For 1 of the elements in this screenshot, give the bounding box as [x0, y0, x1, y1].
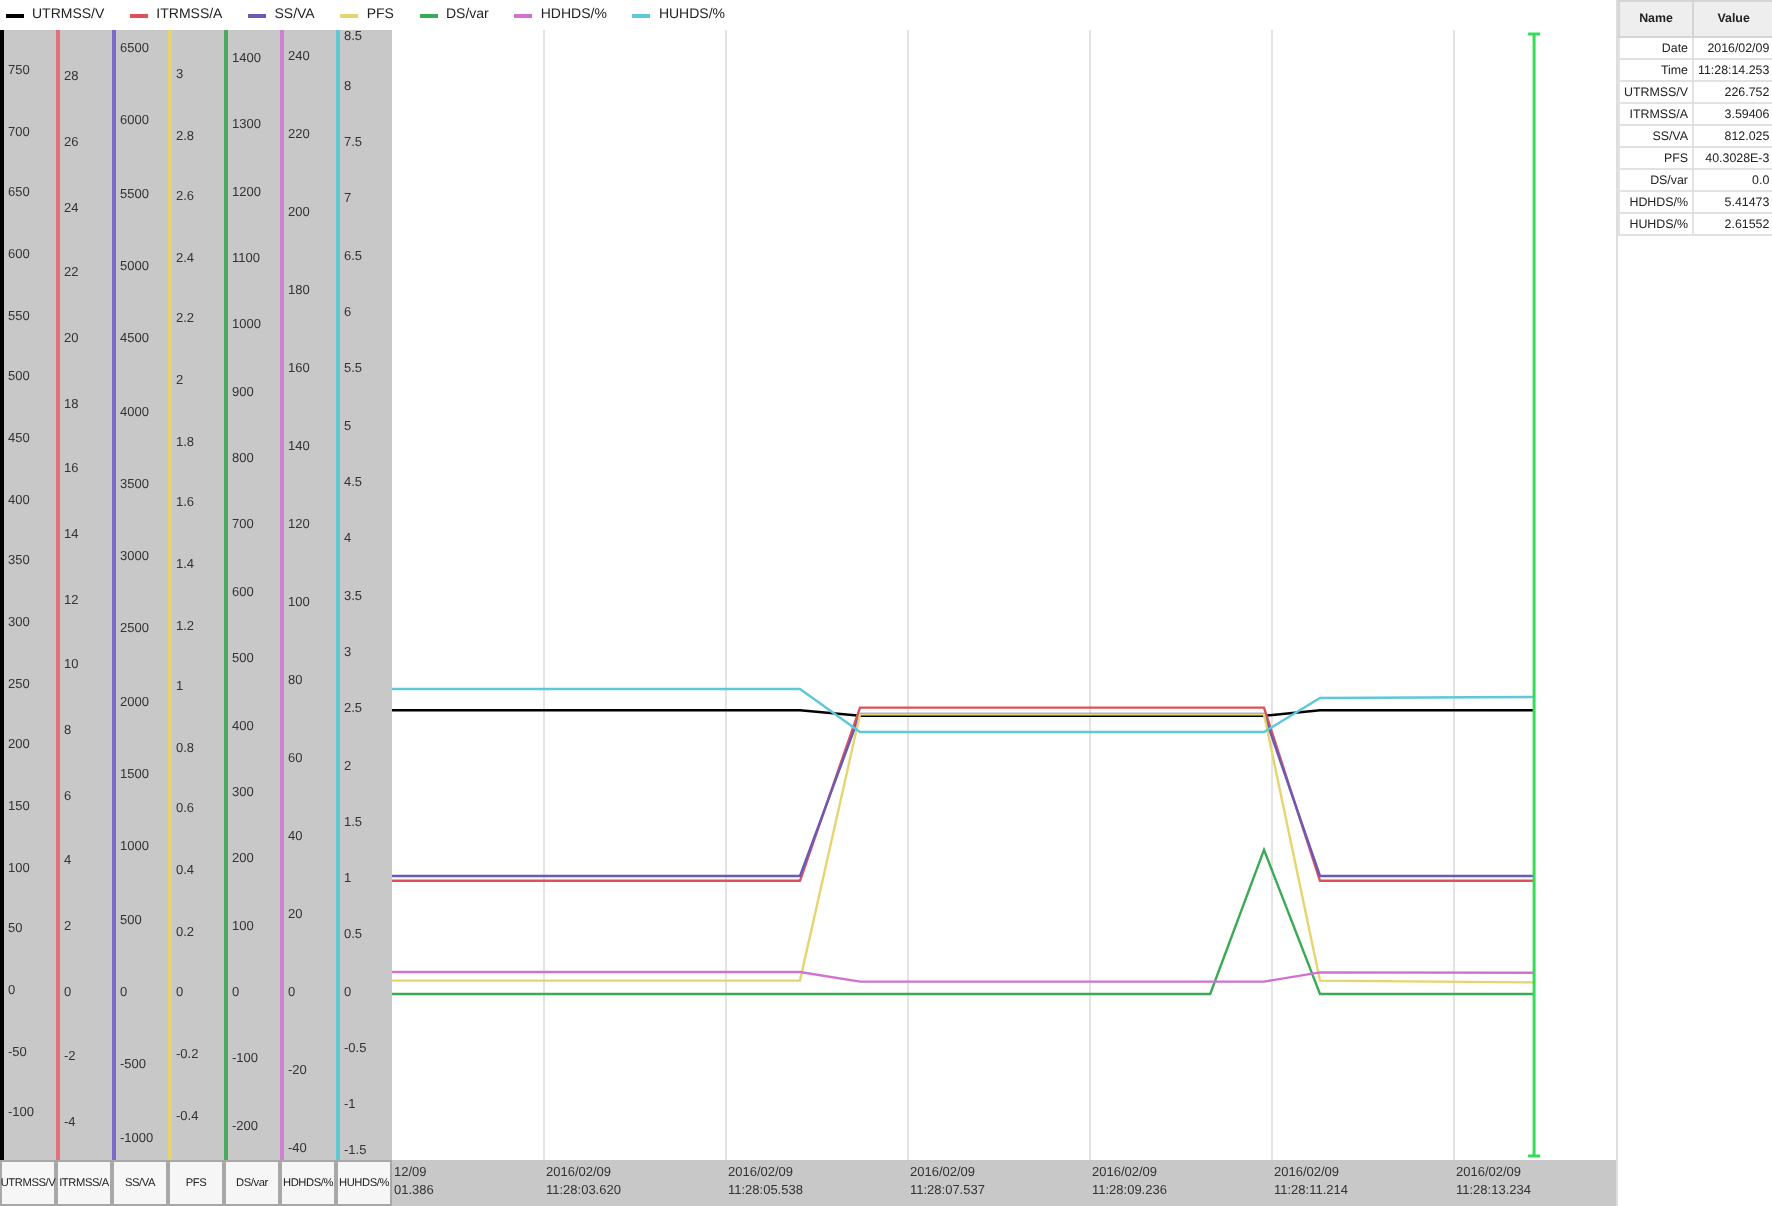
cursor-line[interactable]	[1528, 32, 1541, 1158]
